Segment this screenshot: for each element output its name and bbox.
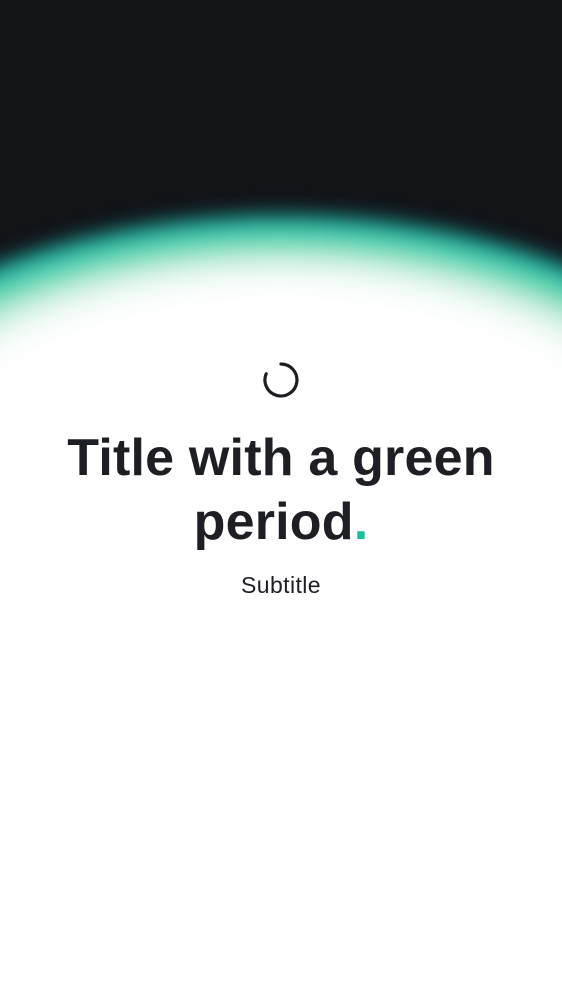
page-title: Title with a green period. bbox=[40, 426, 522, 554]
hero-content: Title with a green period. Subtitle bbox=[0, 0, 562, 1000]
loading-spinner-icon bbox=[262, 361, 300, 399]
page-subtitle: Subtitle bbox=[241, 572, 321, 598]
title-green-period: . bbox=[353, 493, 369, 551]
title-text: Title with a green period bbox=[67, 429, 495, 551]
spinner-graphic bbox=[263, 362, 299, 398]
screen: Title with a green period. Subtitle bbox=[0, 0, 562, 1000]
